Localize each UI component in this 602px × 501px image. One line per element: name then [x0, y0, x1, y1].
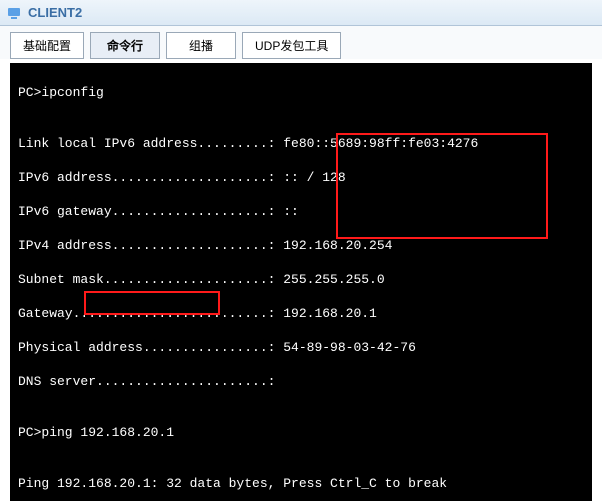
- term-line: IPv4 address....................: 192.16…: [18, 237, 584, 254]
- term-line: Link local IPv6 address.........: fe80::…: [18, 135, 584, 152]
- tab-multicast[interactable]: 组播: [166, 32, 236, 59]
- app-icon: [6, 5, 22, 21]
- term-line: IPv6 address....................: :: / 1…: [18, 169, 584, 186]
- term-line: PC>ipconfig: [18, 84, 584, 101]
- term-line: PC>ping 192.168.20.1: [18, 424, 584, 441]
- term-line: Gateway.........................: 192.16…: [18, 305, 584, 322]
- tab-command-line[interactable]: 命令行: [90, 32, 160, 59]
- title-bar: CLIENT2: [0, 0, 602, 26]
- term-line: Subnet mask.....................: 255.25…: [18, 271, 584, 288]
- window-title: CLIENT2: [28, 5, 82, 20]
- tab-basic-config[interactable]: 基础配置: [10, 32, 84, 59]
- tab-udp-tool[interactable]: UDP发包工具: [242, 32, 341, 59]
- terminal-output[interactable]: PC>ipconfig Link local IPv6 address.....…: [10, 63, 592, 501]
- term-line: Ping 192.168.20.1: 32 data bytes, Press …: [18, 475, 584, 492]
- term-line: DNS server......................:: [18, 373, 584, 390]
- term-line: Physical address................: 54-89-…: [18, 339, 584, 356]
- term-line: IPv6 gateway....................: ::: [18, 203, 584, 220]
- tab-bar: 基础配置 命令行 组播 UDP发包工具: [0, 26, 602, 59]
